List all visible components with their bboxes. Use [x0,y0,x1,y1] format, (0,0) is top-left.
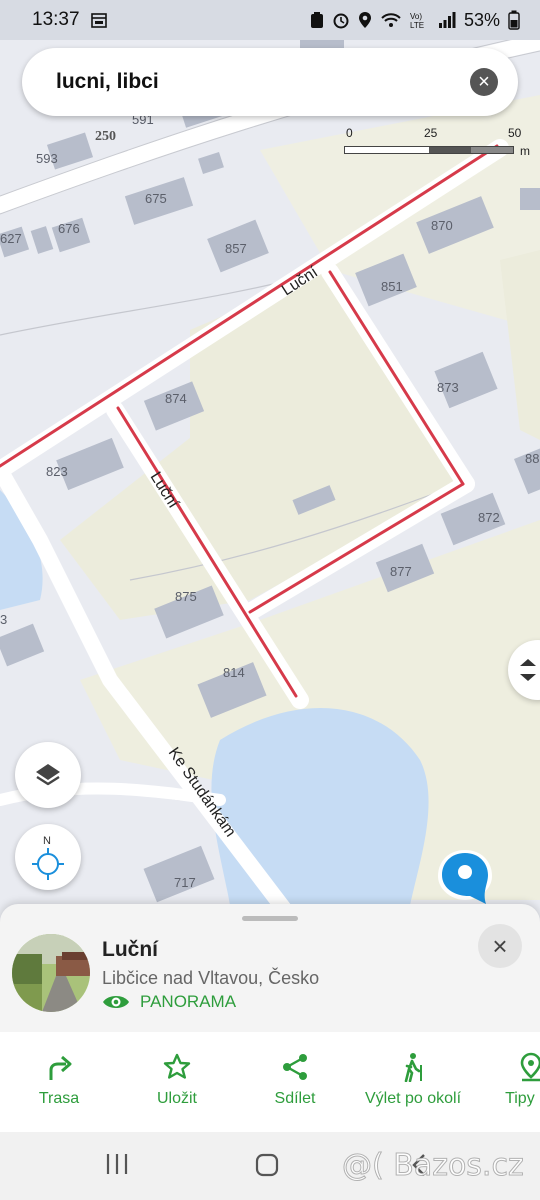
street-photo-image [12,934,90,1012]
hiking-icon [404,1053,422,1082]
compass-icon: N [32,835,64,880]
alarm-icon [333,13,349,29]
scale-tick-0: 0 [346,126,353,140]
compass-button[interactable]: N [15,824,81,890]
map-pin-icon [520,1052,540,1082]
place-address: Libčice nad Vltavou, Česko [102,968,320,988]
map-layers-button[interactable] [15,742,81,808]
action-label: Sdílet [274,1090,316,1107]
place-detail-sheet[interactable]: Luční Libčice nad Vltavou, Česko PANORAM… [0,904,540,1132]
panorama-link[interactable]: PANORAMA [102,992,236,1012]
building-number-label: 627 [0,231,22,246]
volte-icon: Vo)LTE [410,12,424,29]
status-time: 13:37 [32,9,80,30]
place-name: Luční [102,938,158,961]
status-bar: 13:37 Vo) LTE 53% [0,0,540,40]
building-number-label: 857 [225,241,247,256]
watermark: @( Bazos.cz [342,1148,525,1184]
scale-tick-25: 25 [424,126,438,140]
place-photo-thumbnail[interactable] [12,934,90,1012]
close-sheet-button[interactable]: × [478,924,522,968]
action-bar: Trasa Uložit Sdílet Výlet po okolí Tipy … [0,1032,540,1132]
action-label: Výlet po okolí [364,1090,462,1107]
location-status-icon [358,12,371,28]
scale-tick-50: 50 [508,126,522,140]
building-number-label: 874 [165,391,187,406]
recent-apps-icon[interactable] [104,1152,130,1176]
close-icon: × [478,71,490,93]
action-label: Trasa [38,1090,80,1107]
chevron-up-down-icon [520,659,536,681]
building-number-label: 676 [58,221,80,236]
scale-bar [344,146,514,154]
place-summary[interactable]: Luční Libčice nad Vltavou, Česko PANORAM… [0,924,540,1028]
map-scale: 0 25 50 m [344,126,530,158]
calendar-icon [90,13,107,28]
building-number-label: 814 [223,665,245,680]
route-icon [49,1055,72,1080]
status-icons: Vo) LTE 53% [310,10,520,31]
search-bar[interactable]: lucni, libci × [22,48,518,116]
battery-icon [508,10,520,30]
svg-text:LTE: LTE [410,21,424,29]
eye-icon [103,996,129,1008]
wifi-icon [381,13,401,27]
building-number-label: 593 [36,151,58,166]
clear-search-button[interactable]: × [470,68,498,96]
save-button[interactable]: Uložit [118,1032,236,1132]
tips-button[interactable]: Tipy na [472,1032,540,1132]
building-number-label: 870 [431,218,453,233]
side-panel-handle[interactable] [508,640,540,700]
home-icon[interactable] [254,1152,280,1178]
nearby-trip-button[interactable]: Výlet po okolí [354,1032,472,1132]
share-button[interactable]: Sdílet [236,1032,354,1132]
building-number-label: 877 [390,564,412,579]
close-icon: × [492,930,508,961]
route-button[interactable]: Trasa [0,1032,118,1132]
signal-icon [438,12,456,28]
scale-unit: m [520,144,530,158]
building-number-label: 872 [478,510,500,525]
building-number-label: 675 [145,191,167,206]
building-number-label: 851 [381,279,403,294]
building-number-label: 717 [174,875,196,890]
svg-text:Vo): Vo) [410,12,422,21]
clipboard-icon [310,12,323,28]
layers-icon [36,764,60,786]
building-number-label: 88 [525,451,539,466]
star-icon [163,1053,191,1079]
road-number-label: 250 [95,129,116,144]
action-label: Uložit [156,1090,197,1107]
search-query[interactable]: lucni, libci [56,70,159,94]
building-number-label: 875 [175,589,197,604]
action-label: Tipy na [505,1090,540,1107]
panorama-label: PANORAMA [140,992,237,1011]
building-number-label: 3 [0,612,7,627]
battery-percent: 53% [463,9,500,30]
svg-text:N: N [43,835,51,847]
screen: 250 591 593 675 676 627 857 870 851 874 … [0,0,540,1200]
building-number-label: 823 [46,464,68,479]
building-number-label: 873 [437,380,459,395]
sheet-grabber[interactable] [242,916,298,921]
share-icon [283,1054,307,1080]
